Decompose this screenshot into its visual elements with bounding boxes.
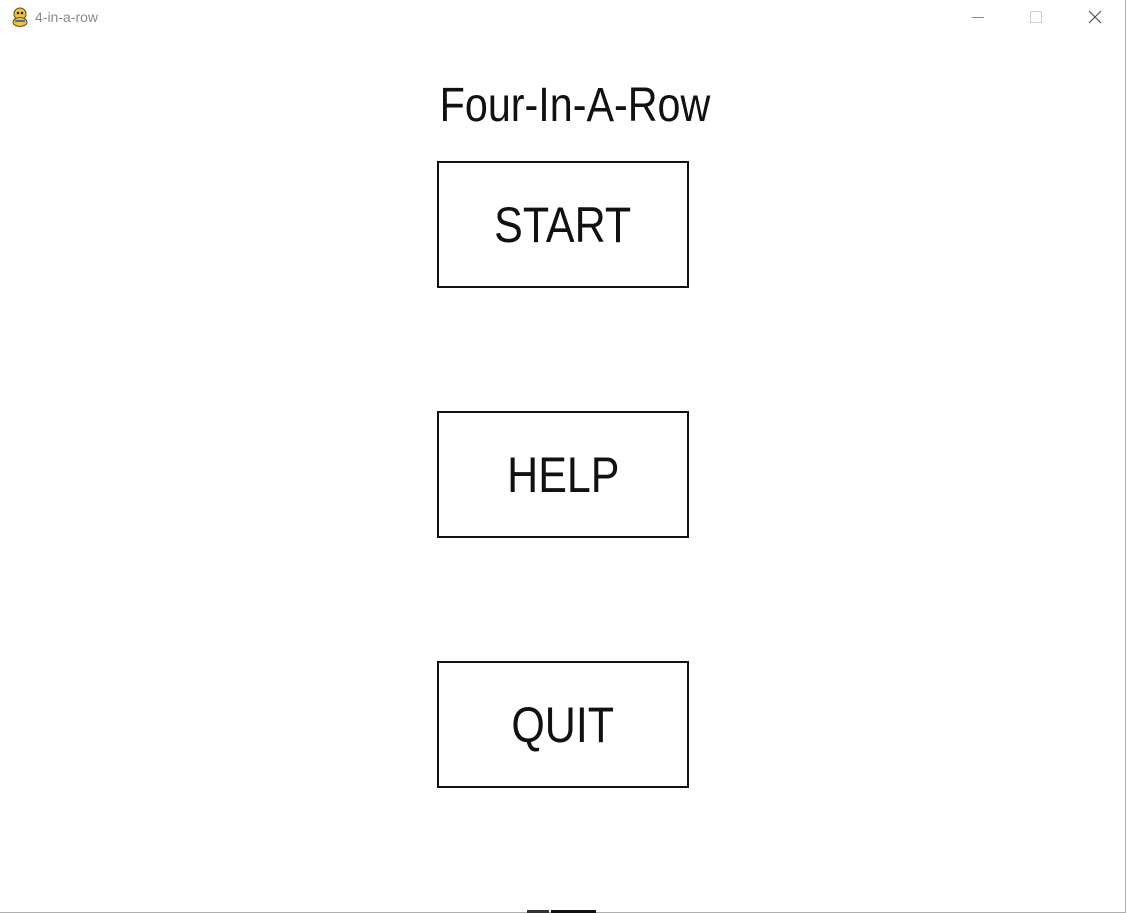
pygame-snake-icon	[12, 7, 28, 27]
help-button-label: HELP	[506, 446, 620, 503]
app-window: 4-in-a-row Four-In-A-Row START HELP QUIT	[0, 0, 1126, 913]
title-bar[interactable]: 4-in-a-row	[0, 0, 1125, 34]
close-icon	[1088, 10, 1102, 24]
game-title: Four-In-A-Row	[439, 79, 711, 132]
help-button[interactable]: HELP	[437, 411, 689, 538]
window-title: 4-in-a-row	[35, 9, 99, 25]
minimize-button[interactable]	[949, 0, 1007, 34]
maximize-button[interactable]	[1007, 0, 1065, 34]
maximize-icon	[1030, 11, 1042, 23]
minimize-icon	[972, 17, 984, 18]
close-button[interactable]	[1066, 0, 1124, 34]
start-button[interactable]: START	[437, 161, 689, 288]
start-button-label: START	[494, 196, 632, 253]
quit-button[interactable]: QUIT	[437, 661, 689, 788]
quit-button-label: QUIT	[511, 696, 615, 753]
